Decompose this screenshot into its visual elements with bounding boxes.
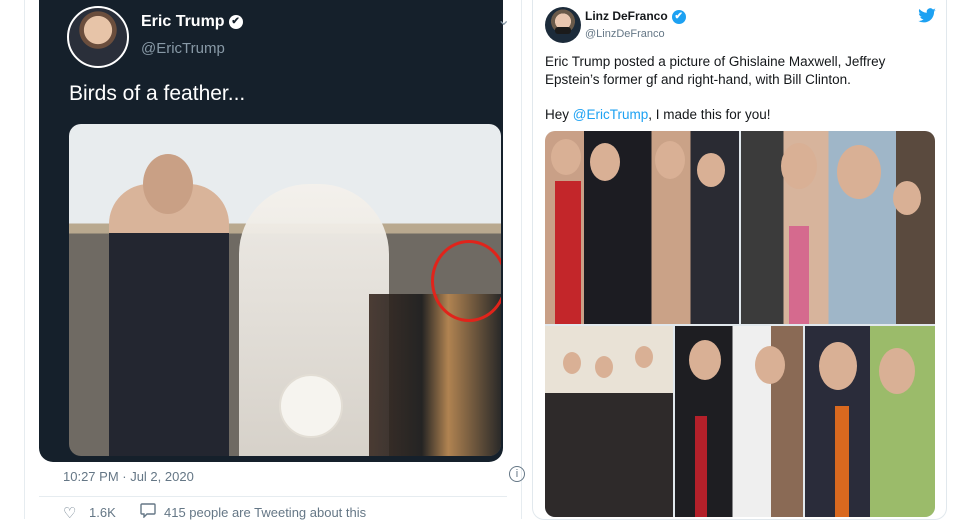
talking-count[interactable]: 415 people are Tweeting about this <box>164 505 366 520</box>
mention-link[interactable]: @EricTrump <box>573 107 648 122</box>
avatar[interactable] <box>545 7 581 43</box>
verified-icon: ✔ <box>671 9 686 24</box>
red-tie <box>555 181 581 324</box>
tweet-timestamp[interactable]: 10:27 PM · Jul 2, 2020 <box>63 469 194 484</box>
face <box>755 346 785 384</box>
right-tweet-card: Linz DeFranco ✔ @LinzDeFranco Eric Trump … <box>532 0 947 520</box>
photo-figure-man <box>109 184 229 456</box>
author-handle[interactable]: @LinzDeFranco <box>585 28 665 40</box>
pink-tie <box>789 226 809 324</box>
face <box>655 141 685 179</box>
avatar-mask <box>555 27 571 34</box>
photo-bouquet <box>279 374 343 438</box>
collage-photo-5[interactable] <box>805 326 935 517</box>
face <box>697 153 725 187</box>
face <box>893 181 921 215</box>
collage-photo-1[interactable] <box>545 131 739 324</box>
like-count[interactable]: 1.6K <box>89 505 116 520</box>
face <box>551 139 581 175</box>
orange-tie <box>835 406 849 517</box>
author-name[interactable]: Linz DeFranco ✔ <box>585 9 686 24</box>
author-name[interactable]: Eric Trump ✔ <box>141 13 243 31</box>
face <box>819 342 857 390</box>
twitter-bird-icon[interactable] <box>917 8 937 24</box>
face <box>781 143 817 189</box>
red-circle-highlight <box>431 240 501 322</box>
verified-icon: ✔ <box>228 14 243 29</box>
face <box>635 346 653 368</box>
red-tie <box>695 416 707 517</box>
tweet-text: Eric Trump posted a picture of Ghislaine… <box>545 54 886 87</box>
heart-icon[interactable]: ♡ <box>63 504 76 522</box>
photo-figure-head <box>143 154 193 214</box>
face <box>837 145 881 199</box>
collage-photo-4[interactable] <box>675 326 803 517</box>
tweet-photo[interactable] <box>69 124 501 456</box>
info-icon[interactable]: i <box>509 466 525 482</box>
face <box>563 352 581 374</box>
dark-tweet-screenshot[interactable]: Eric Trump ✔ @EricTrump ⌄ Birds of a feat… <box>39 0 510 462</box>
avatar[interactable] <box>67 6 129 68</box>
left-tweet-card: Eric Trump ✔ @EricTrump ⌄ Birds of a feat… <box>24 0 525 522</box>
divider <box>39 496 507 497</box>
face <box>595 356 613 378</box>
collage-photo-2[interactable] <box>741 131 935 324</box>
face <box>590 143 620 181</box>
author-handle[interactable]: @EricTrump <box>141 40 225 57</box>
photo-collage[interactable] <box>545 131 935 517</box>
tweet-text: Birds of a feather... <box>69 82 246 105</box>
face <box>689 340 721 380</box>
collage-photo-3[interactable] <box>545 326 673 517</box>
chevron-down-icon[interactable]: ⌄ <box>497 10 510 30</box>
face <box>879 348 915 394</box>
comment-icon[interactable] <box>140 503 156 522</box>
tweet-reply-line: Hey @EricTrump, I made this for you! <box>545 107 771 122</box>
